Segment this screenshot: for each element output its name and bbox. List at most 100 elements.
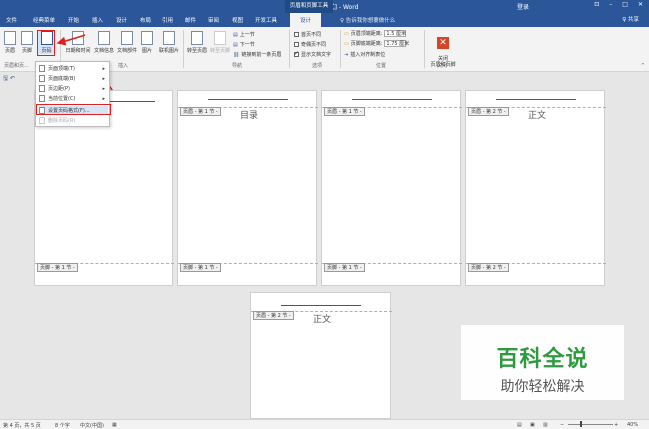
footer-tag: 页脚 - 第 2 节 -	[468, 263, 509, 272]
footer-bottom-input[interactable]: 1.75 厘米	[384, 40, 409, 47]
group-label-position: 位置	[376, 63, 387, 69]
watermark-subtitle: 助你轻松解决	[500, 379, 585, 395]
footer-tag: 页脚 - 第 1 节 -	[180, 263, 221, 272]
tab-developer[interactable]: 开发工具	[255, 16, 277, 24]
zoom-in-icon[interactable]: +	[614, 422, 618, 428]
online-picture-button[interactable]: 联机图片	[156, 31, 182, 54]
tab-home[interactable]: 开始	[68, 16, 79, 24]
zoom-slider[interactable]	[568, 424, 613, 425]
insert-align-tab-button[interactable]: ⇥ 插入对齐制表位	[344, 51, 385, 59]
word-count[interactable]: 8 个字	[55, 422, 70, 429]
page-5[interactable]: 页眉 - 第 2 节 - 正文	[250, 292, 392, 419]
header-tag: 页眉 - 第 2 节 -	[253, 311, 294, 320]
tab-review[interactable]: 审阅	[208, 16, 219, 24]
prev-section-button[interactable]: ▤ 上一节	[233, 31, 255, 39]
page-2[interactable]: 页眉 - 第 1 节 - 目录 页脚 - 第 1 节 -	[177, 90, 318, 286]
tab-layout[interactable]: 布局	[140, 16, 151, 24]
remove-page-number-icon	[39, 117, 45, 124]
link-previous-button[interactable]: ⛓ 链接到前一条页眉	[233, 51, 281, 59]
zoom-level[interactable]: 40%	[627, 422, 638, 428]
page-count[interactable]: 第 4 页，共 5 页	[3, 422, 41, 429]
login-link[interactable]: 登录	[517, 2, 529, 11]
page-4[interactable]: 页眉 - 第 2 节 - 正文 页脚 - 第 2 节 -	[465, 90, 606, 286]
context-band: 页眉和页脚工具	[285, 0, 333, 13]
page-body-text: 正文	[528, 111, 547, 121]
show-doc-text-checkbox[interactable]: 显示文档文字	[294, 50, 331, 58]
group-label-close: 关闭	[437, 63, 448, 69]
save-icon[interactable]: 🖫	[3, 75, 8, 82]
goto-header-icon	[191, 31, 203, 45]
goto-footer-button[interactable]: 转至页脚	[209, 31, 231, 54]
page-number-dropdown: 页面顶端(T) ▸ 页面底端(B) ▸ 页边距(P) ▸ 当前位置(C) ▸ 设…	[35, 61, 110, 127]
share-button[interactable]: ♀ 共享	[622, 15, 639, 23]
watermark-title: 百科全说	[496, 347, 589, 372]
next-section-icon: ▤	[233, 41, 238, 48]
footer-button[interactable]: 页脚	[20, 31, 34, 54]
header-top-input[interactable]: 1.5 厘米	[384, 30, 407, 37]
online-picture-icon	[163, 31, 175, 45]
ribbon-display-icon[interactable]: ⊡	[594, 1, 599, 8]
web-layout-icon[interactable]: ▥	[543, 422, 548, 428]
window-controls: ⊡ – □ ✕	[594, 1, 643, 8]
doc-info-button[interactable]: 文档信息	[93, 31, 115, 54]
tab-file[interactable]: 文件	[6, 16, 17, 24]
align-tab-icon: ⇥	[344, 51, 349, 58]
menu-item-current-position[interactable]: 当前位置(C) ▸	[39, 95, 108, 102]
footer-tag: 页脚 - 第 1 节 -	[37, 263, 78, 272]
goto-header-button[interactable]: 转至页眉	[186, 31, 208, 54]
checkbox-checked-icon	[294, 50, 299, 57]
header-tag: 页眉 - 第 1 节 -	[180, 107, 221, 116]
prev-section-icon: ▤	[233, 31, 238, 38]
checkbox-icon	[294, 32, 299, 37]
header-button[interactable]: 页眉	[3, 31, 17, 54]
tab-references[interactable]: 引用	[162, 16, 173, 24]
print-layout-icon[interactable]: ▣	[530, 422, 535, 428]
collapse-ribbon-icon[interactable]: ^	[641, 63, 645, 69]
footer-distance-icon: ▭	[344, 40, 349, 47]
submenu-arrow-icon: ▸	[102, 85, 105, 92]
maximize-icon[interactable]: □	[622, 1, 628, 8]
menu-item-remove-page-numbers[interactable]: 删除页码(R)	[39, 117, 108, 124]
quick-access-toolbar: 🖫 ↶	[3, 74, 15, 84]
tab-design[interactable]: 设计	[116, 16, 127, 24]
tab-classic-menu[interactable]: 经典菜单	[33, 16, 55, 24]
menu-item-bottom-of-page[interactable]: 页面底端(B) ▸	[39, 75, 108, 82]
read-mode-icon[interactable]: ▤	[517, 422, 522, 428]
tab-mailings[interactable]: 邮件	[185, 16, 196, 24]
undo-icon[interactable]: ↶	[10, 75, 15, 82]
macro-icon[interactable]: ▦	[112, 422, 117, 428]
footer-icon	[21, 31, 33, 45]
submenu-arrow-icon: ▸	[102, 75, 105, 82]
minimize-icon[interactable]: –	[609, 1, 612, 8]
zoom-slider-thumb[interactable]	[580, 421, 582, 427]
page-margins-icon	[39, 85, 45, 92]
calendar-icon	[72, 31, 84, 45]
tab-view[interactable]: 视图	[232, 16, 243, 24]
submenu-arrow-icon: ▸	[102, 95, 105, 102]
tell-me-search[interactable]: ♀ 告诉我你想要做什么	[340, 16, 395, 24]
tab-insert[interactable]: 插入	[92, 16, 103, 24]
doc-parts-button[interactable]: 文档部件	[116, 31, 138, 54]
odd-even-different-checkbox[interactable]: 奇偶页不同	[294, 41, 326, 48]
picture-button[interactable]: 图片	[140, 31, 154, 54]
header-tag: 页眉 - 第 1 节 -	[324, 107, 365, 116]
header-top-distance: ▭ 页眉顶端距离: 1.5 厘米	[344, 30, 407, 37]
link-icon: ⛓	[233, 51, 240, 58]
zoom-out-icon[interactable]: −	[560, 422, 564, 428]
menu-item-page-margins[interactable]: 页边距(P) ▸	[39, 85, 108, 92]
tab-hf-design[interactable]: 设计	[290, 13, 322, 27]
ribbon-tabs: 文件 经典菜单 开始 插入 设计 布局 引用 邮件 审阅 视图 开发工具 设计 …	[0, 13, 649, 27]
page-3[interactable]: 页眉 - 第 1 节 - 页脚 - 第 1 节 -	[321, 90, 462, 286]
annotation-box-pagenum	[37, 30, 55, 56]
picture-icon	[141, 31, 153, 45]
close-window-icon[interactable]: ✕	[638, 1, 643, 8]
page-top-icon	[39, 65, 45, 72]
language-indicator[interactable]: 中文(中国)	[80, 422, 104, 429]
menu-item-top-of-page[interactable]: 页面顶端(T) ▸	[39, 65, 108, 72]
first-page-different-checkbox[interactable]: 首页不同	[294, 31, 321, 38]
next-section-button[interactable]: ▤ 下一节	[233, 41, 255, 49]
date-time-button[interactable]: 日期和时间	[64, 31, 92, 54]
page-body-text: 正文	[313, 315, 332, 325]
submenu-arrow-icon: ▸	[102, 65, 105, 72]
watermark-logo: 百科全说 助你轻松解决	[461, 325, 624, 400]
